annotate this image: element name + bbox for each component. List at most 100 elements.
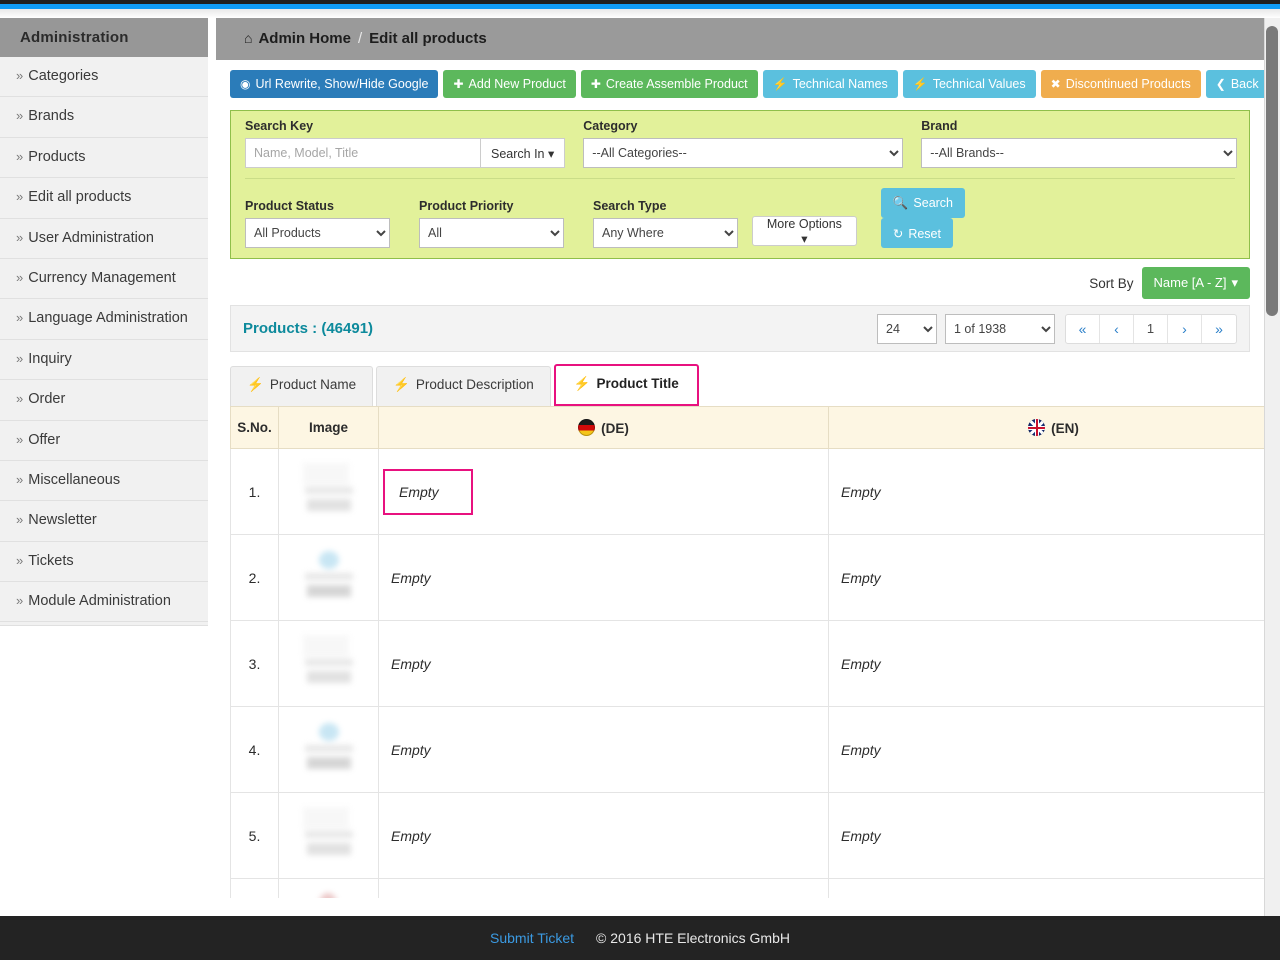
technical-names-button[interactable]: ⚡ Technical Names xyxy=(762,70,898,98)
button-label: Technical Names xyxy=(792,77,888,91)
category-select[interactable]: --All Categories-- xyxy=(583,138,904,168)
row-de-cell[interactable]: Empty xyxy=(378,878,829,898)
breadcrumb-home[interactable]: Admin Home xyxy=(258,30,351,47)
create-assemble-product-button[interactable]: ✚ Create Assemble Product xyxy=(580,70,758,98)
pager-last-button[interactable]: » xyxy=(1202,315,1236,343)
tab-product-description[interactable]: ⚡ Product Description xyxy=(376,366,551,406)
reset-button[interactable]: ↻ Reset xyxy=(880,218,953,248)
pager-prev-button[interactable]: ‹ xyxy=(1100,314,1134,343)
row-en-cell[interactable]: Empty xyxy=(828,792,1264,879)
product-status-group: Product Status All Products xyxy=(245,199,390,248)
page-layout: Administration » Categories » Brands » Prod… xyxy=(0,18,1264,898)
page-footer: Submit Ticket © 2016 HTE Electronics Gmb… xyxy=(0,916,1280,960)
row-en-cell[interactable]: Empty xyxy=(828,878,1264,898)
sidebar-item-label: Module Administration xyxy=(28,593,171,610)
row-en-cell[interactable]: Empty xyxy=(828,620,1264,707)
technical-values-button[interactable]: ⚡ Technical Values xyxy=(902,70,1036,98)
product-priority-label: Product Priority xyxy=(419,199,514,213)
search-button[interactable]: 🔍 Search xyxy=(880,188,966,218)
button-label: Discontinued Products xyxy=(1065,77,1191,91)
page-jump-select[interactable]: 1 of 1938 xyxy=(945,313,1055,344)
row-de-cell[interactable]: Empty xyxy=(378,706,829,793)
discontinued-products-button[interactable]: ✖ Discontinued Products xyxy=(1040,70,1201,98)
en-title-value[interactable]: Empty xyxy=(841,742,881,758)
sidebar-item-newsletter[interactable]: » Newsletter xyxy=(0,501,208,542)
en-title-value[interactable]: Empty xyxy=(841,656,881,672)
pager-next-button[interactable]: › xyxy=(1168,314,1202,343)
search-in-dropdown[interactable]: Search In ▾ xyxy=(480,138,566,168)
sidebar-item-user-administration[interactable]: » User Administration xyxy=(0,219,208,259)
more-options-button[interactable]: More Options ▾ xyxy=(752,216,857,246)
bullet-icon: » xyxy=(16,512,24,528)
main-content: ⌂ Admin Home / Edit all products ◉ Url Rewri… xyxy=(216,18,1264,898)
sidebar-item-label: Brands xyxy=(28,108,75,125)
submit-ticket-link[interactable]: Submit Ticket xyxy=(490,930,574,946)
row-thumbnail[interactable] xyxy=(278,878,379,898)
brand-group: Brand --All Brands-- xyxy=(921,119,1238,168)
sort-by-value: Name [A - Z] xyxy=(1153,275,1227,290)
bullet-icon: » xyxy=(16,229,24,245)
row-de-cell[interactable]: Empty xyxy=(378,448,829,535)
row-en-cell[interactable]: Empty xyxy=(828,534,1264,621)
pager-current-page[interactable]: 1 xyxy=(1134,314,1168,343)
sidebar-item-label: Categories xyxy=(28,68,99,84)
row-thumbnail[interactable] xyxy=(278,620,379,707)
table-header-row: S.No. Image (DE) (EN) xyxy=(230,406,1264,449)
row-thumbnail[interactable] xyxy=(278,792,379,879)
sidebar-item-currency-management[interactable]: » Currency Management xyxy=(0,259,208,300)
en-title-value[interactable]: Empty xyxy=(841,484,881,500)
products-table-wrap: S.No. Image (DE) (EN) 1. Empty Empty 2. … xyxy=(230,406,1264,898)
product-priority-select[interactable]: All xyxy=(419,218,564,248)
search-input[interactable] xyxy=(245,138,480,168)
pager-first-button[interactable]: « xyxy=(1066,314,1100,343)
bolt-icon: ⚡ xyxy=(573,376,591,391)
brand-select[interactable]: --All Brands-- xyxy=(921,138,1238,168)
sidebar-item-tickets[interactable]: » Tickets xyxy=(0,542,208,583)
sidebar-item-brands[interactable]: » Brands xyxy=(0,97,208,138)
row-en-cell[interactable]: Empty xyxy=(828,448,1264,535)
refresh-icon: ↻ xyxy=(892,226,904,241)
search-type-select[interactable]: Any Where xyxy=(593,218,738,248)
tab-label: Product Description xyxy=(415,377,534,392)
de-title-value[interactable]: Empty xyxy=(391,742,431,758)
sort-by-label: Sort By xyxy=(1089,275,1134,291)
sort-by-dropdown[interactable]: Name [A - Z] ▾ xyxy=(1141,267,1250,299)
sidebar-item-inquiry[interactable]: » Inquiry xyxy=(0,340,208,381)
sidebar-item-order[interactable]: » Order xyxy=(0,380,208,421)
row-en-cell[interactable]: Empty xyxy=(828,706,1264,793)
page-scrollbar-thumb[interactable] xyxy=(1266,26,1278,316)
en-title-value[interactable]: Empty xyxy=(841,570,881,586)
chevron-down-icon: ▾ xyxy=(801,232,808,246)
sidebar-item-label: Edit all products xyxy=(28,189,132,206)
per-page-select[interactable]: 24 xyxy=(877,313,937,344)
de-title-value[interactable]: Empty xyxy=(391,828,431,844)
sidebar-item-miscellaneous[interactable]: » Miscellaneous xyxy=(0,461,208,502)
row-de-cell[interactable]: Empty xyxy=(378,620,829,707)
tab-product-name[interactable]: ⚡ Product Name xyxy=(230,366,374,406)
sidebar-item-label: Language Administration xyxy=(28,310,188,327)
table-row: 6. Empty Empty xyxy=(230,878,1264,898)
row-thumbnail[interactable] xyxy=(278,448,379,535)
home-icon: ⌂ xyxy=(244,30,253,46)
url-rewrite-button[interactable]: ◉ Url Rewrite, Show/Hide Google xyxy=(230,70,439,98)
de-title-value[interactable]: Empty xyxy=(391,570,431,586)
tab-product-title[interactable]: ⚡ Product Title xyxy=(553,364,699,406)
sidebar-item-products[interactable]: » Products xyxy=(0,138,208,179)
add-new-product-button[interactable]: ✚ Add New Product xyxy=(443,70,576,98)
bolt-icon: ⚡ xyxy=(247,377,264,392)
sidebar-item-edit-all-products[interactable]: » Edit all products xyxy=(0,178,208,219)
back-button[interactable]: ❮ Back xyxy=(1205,70,1264,98)
sidebar-item-categories[interactable]: » Categories xyxy=(0,57,208,98)
close-icon: ✖ xyxy=(1050,77,1061,91)
sidebar-item-offer[interactable]: » Offer xyxy=(0,421,208,461)
row-thumbnail[interactable] xyxy=(278,706,379,793)
de-title-value[interactable]: Empty xyxy=(383,468,473,515)
row-thumbnail[interactable] xyxy=(278,534,379,621)
en-title-value[interactable]: Empty xyxy=(841,828,881,844)
sidebar-item-module-administration[interactable]: » Module Administration xyxy=(0,582,208,623)
row-de-cell[interactable]: Empty xyxy=(378,534,829,621)
product-status-select[interactable]: All Products xyxy=(245,218,390,248)
sidebar-item-language-administration[interactable]: » Language Administration xyxy=(0,299,208,340)
row-de-cell[interactable]: Empty xyxy=(378,792,829,879)
de-title-value[interactable]: Empty xyxy=(391,656,431,672)
